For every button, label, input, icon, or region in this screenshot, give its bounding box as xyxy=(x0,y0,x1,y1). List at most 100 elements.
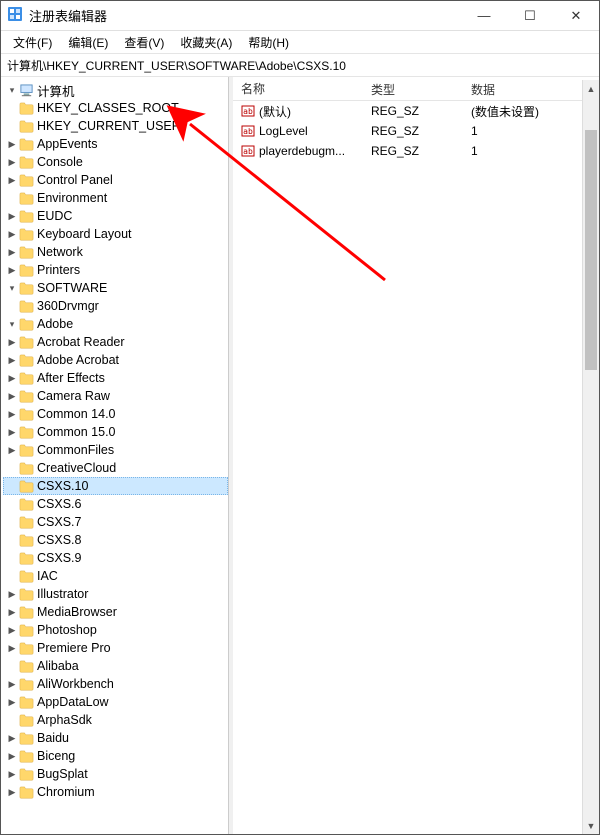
tree-node[interactable]: ▶MediaBrowser xyxy=(3,603,228,621)
menubar: 文件(F) 编辑(E) 查看(V) 收藏夹(A) 帮助(H) xyxy=(1,31,599,53)
tree-toggle-icon[interactable]: ▶ xyxy=(5,137,19,151)
tree-node-label: IAC xyxy=(37,569,58,583)
tree-node-label: Console xyxy=(37,155,83,169)
list-row[interactable]: ab(默认) REG_SZ (数值未设置) xyxy=(233,101,599,121)
tree-node[interactable]: ▶CommonFiles xyxy=(3,441,228,459)
tree-toggle-icon[interactable]: ▶ xyxy=(5,263,19,277)
tree-toggle-icon[interactable]: ▶ xyxy=(5,371,19,385)
tree-node[interactable]: ▶Network xyxy=(3,243,228,261)
maximize-button[interactable]: ☐ xyxy=(507,1,553,31)
tree-node[interactable]: ▶Acrobat Reader xyxy=(3,333,228,351)
tree-node[interactable]: Alibaba xyxy=(3,657,228,675)
scroll-down-icon[interactable]: ▼ xyxy=(583,817,599,834)
tree-toggle-icon[interactable]: ▶ xyxy=(5,677,19,691)
menu-file[interactable]: 文件(F) xyxy=(5,32,60,53)
tree-node[interactable]: ▶Keyboard Layout xyxy=(3,225,228,243)
tree-node[interactable]: ▶Chromium xyxy=(3,783,228,801)
tree-node[interactable]: ▶Premiere Pro xyxy=(3,639,228,657)
tree-node[interactable]: CreativeCloud xyxy=(3,459,228,477)
tree-toggle-icon[interactable]: ▶ xyxy=(5,425,19,439)
tree-toggle-icon[interactable]: ▶ xyxy=(5,155,19,169)
tree-node[interactable]: ▶AppEvents xyxy=(3,135,228,153)
tree-node[interactable]: ▶Baidu xyxy=(3,729,228,747)
tree-node[interactable]: ▶After Effects xyxy=(3,369,228,387)
tree-node[interactable]: CSXS.9 xyxy=(3,549,228,567)
tree-node-label: 360Drvmgr xyxy=(37,299,99,313)
tree-toggle-icon[interactable]: ▶ xyxy=(5,407,19,421)
tree-node[interactable]: ▶Illustrator xyxy=(3,585,228,603)
col-name[interactable]: 名称 xyxy=(233,77,363,100)
tree-toggle-icon[interactable]: ▶ xyxy=(5,443,19,457)
col-type[interactable]: 类型 xyxy=(363,77,463,100)
tree-node[interactable]: IAC xyxy=(3,567,228,585)
tree-node[interactable]: Environment xyxy=(3,189,228,207)
col-data[interactable]: 数据 xyxy=(463,77,599,100)
tree-node[interactable]: CSXS.10 xyxy=(3,477,228,495)
tree-node[interactable]: ▶Control Panel xyxy=(3,171,228,189)
scrollbar-vertical[interactable]: ▲ ▼ xyxy=(582,80,599,834)
scroll-up-icon[interactable]: ▲ xyxy=(583,80,599,97)
address-bar[interactable]: 计算机\HKEY_CURRENT_USER\SOFTWARE\Adobe\CSX… xyxy=(1,53,599,77)
tree-node[interactable]: ArphaSdk xyxy=(3,711,228,729)
tree-toggle-icon[interactable]: ▶ xyxy=(5,695,19,709)
list-row[interactable]: abplayerdebugm... REG_SZ 1 xyxy=(233,141,599,161)
tree-toggle-icon[interactable]: ▶ xyxy=(5,749,19,763)
tree-node[interactable]: ▶Printers xyxy=(3,261,228,279)
scrollbar-thumb[interactable] xyxy=(585,130,597,370)
svg-text:ab: ab xyxy=(243,127,253,136)
tree-node-label: Common 15.0 xyxy=(37,425,116,439)
menu-edit[interactable]: 编辑(E) xyxy=(60,32,116,53)
tree-node[interactable]: ▶ BugSplat xyxy=(3,765,228,783)
tree-pane[interactable]: ▾计算机HKEY_CLASSES_ROOTHKEY_CURRENT_USER▶A… xyxy=(1,77,229,834)
tree-toggle-icon[interactable]: ▶ xyxy=(5,785,19,799)
tree-node[interactable]: 360Drvmgr xyxy=(3,297,228,315)
tree-toggle-icon[interactable]: ▾ xyxy=(5,281,19,295)
tree-toggle-icon[interactable]: ▶ xyxy=(5,389,19,403)
tree-node[interactable]: HKEY_CLASSES_ROOT xyxy=(3,99,228,117)
tree-node[interactable]: ▶Biceng xyxy=(3,747,228,765)
tree-node[interactable]: ▶Common 14.0 xyxy=(3,405,228,423)
tree-node[interactable]: ▾计算机 xyxy=(3,81,228,99)
tree-toggle-icon[interactable]: ▶ xyxy=(5,209,19,223)
tree-node[interactable]: ▶ Common 15.0 xyxy=(3,423,228,441)
tree-toggle-icon[interactable]: ▶ xyxy=(5,227,19,241)
tree-toggle-icon[interactable]: ▶ xyxy=(5,605,19,619)
tree-node[interactable]: HKEY_CURRENT_USER xyxy=(3,117,228,135)
tree-node-label: EUDC xyxy=(37,209,72,223)
tree-node[interactable]: ▾SOFTWARE xyxy=(3,279,228,297)
folder-icon xyxy=(19,642,34,655)
tree-toggle-icon[interactable]: ▾ xyxy=(5,83,19,97)
tree-node[interactable]: ▶ AliWorkbench xyxy=(3,675,228,693)
menu-help[interactable]: 帮助(H) xyxy=(240,32,297,53)
tree-toggle-icon[interactable]: ▶ xyxy=(5,245,19,259)
tree-toggle-icon[interactable]: ▶ xyxy=(5,335,19,349)
tree-node-label: AliWorkbench xyxy=(37,677,114,691)
tree-toggle-icon[interactable]: ▶ xyxy=(5,731,19,745)
tree-toggle-icon[interactable]: ▶ xyxy=(5,353,19,367)
close-button[interactable]: ✕ xyxy=(553,1,599,31)
tree-toggle-icon[interactable]: ▶ xyxy=(5,623,19,637)
tree-toggle-icon[interactable]: ▾ xyxy=(5,317,19,331)
folder-icon xyxy=(19,372,34,385)
tree-node[interactable]: ▶Camera Raw xyxy=(3,387,228,405)
menu-favorites[interactable]: 收藏夹(A) xyxy=(172,32,240,53)
minimize-button[interactable]: — xyxy=(461,1,507,31)
tree-node[interactable]: CSXS.7 xyxy=(3,513,228,531)
tree-node[interactable]: ▶ Console xyxy=(3,153,228,171)
list-body[interactable]: ab(默认) REG_SZ (数值未设置) abLogLevel REG_SZ … xyxy=(233,101,599,834)
tree-node[interactable]: CSXS.6 xyxy=(3,495,228,513)
tree-toggle-icon[interactable]: ▶ xyxy=(5,641,19,655)
menu-view[interactable]: 查看(V) xyxy=(116,32,172,53)
list-row[interactable]: abLogLevel REG_SZ 1 xyxy=(233,121,599,141)
tree-node[interactable]: ▶Adobe Acrobat xyxy=(3,351,228,369)
folder-icon xyxy=(19,588,34,601)
tree-node[interactable]: ▶ EUDC xyxy=(3,207,228,225)
tree-node[interactable]: ▶Photoshop xyxy=(3,621,228,639)
tree-toggle-icon[interactable]: ▶ xyxy=(5,587,19,601)
tree-node[interactable]: CSXS.8 xyxy=(3,531,228,549)
tree-toggle-icon[interactable]: ▶ xyxy=(5,173,19,187)
tree-toggle-icon[interactable]: ▶ xyxy=(5,767,19,781)
tree-node-label: BugSplat xyxy=(37,767,88,781)
tree-node[interactable]: ▾Adobe xyxy=(3,315,228,333)
tree-node[interactable]: ▶AppDataLow xyxy=(3,693,228,711)
